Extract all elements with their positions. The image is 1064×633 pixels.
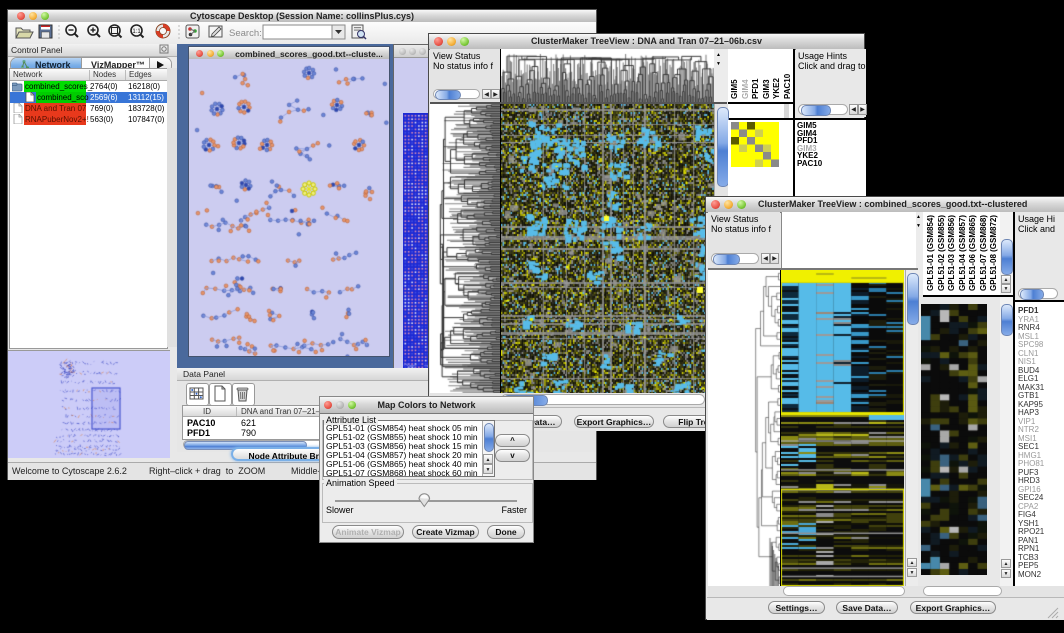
svg-text:1:1: 1:1 [132, 29, 141, 35]
svg-text:Search:: Search: [229, 28, 262, 39]
